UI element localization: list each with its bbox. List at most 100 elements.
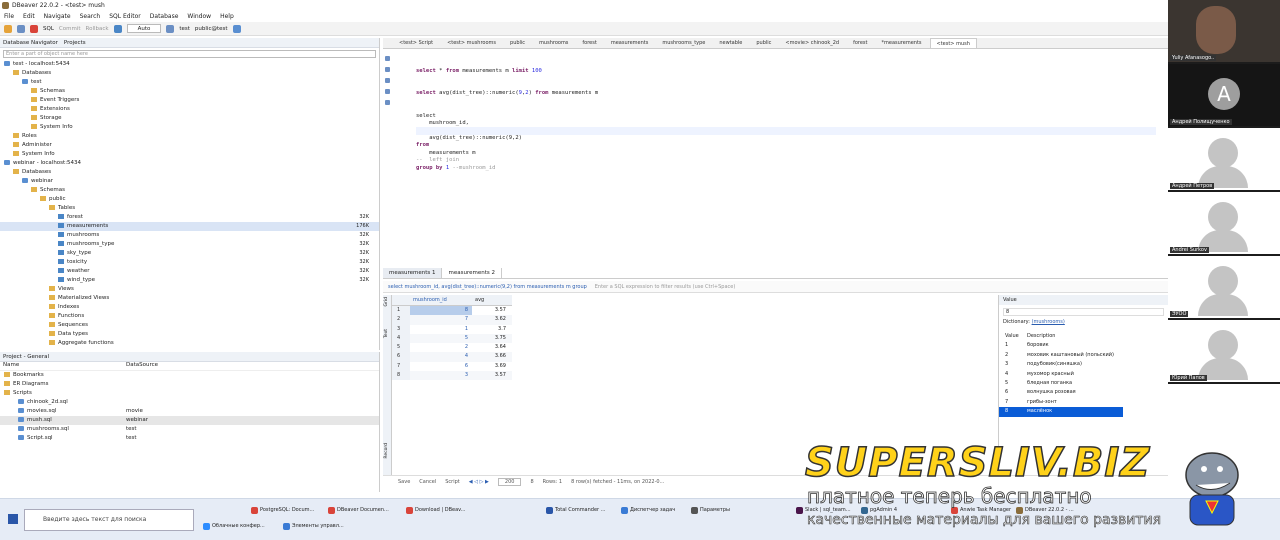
- table-cell[interactable]: 8: [410, 306, 472, 316]
- table-cell[interactable]: 3.57: [472, 371, 510, 380]
- table-cell[interactable]: 3.57: [472, 306, 510, 315]
- editor-tab[interactable]: public: [750, 38, 777, 48]
- table-cell[interactable]: 4: [410, 352, 472, 361]
- results-filter-bar[interactable]: select mushroom_id, avg(dist_tree)::nume…: [383, 281, 1168, 293]
- tree-item[interactable]: mushrooms 32K: [0, 231, 379, 240]
- dictionary-entry[interactable]: 8 маслёнок: [999, 407, 1123, 417]
- save-button[interactable]: Save: [398, 479, 410, 485]
- table-row[interactable]: 2 7 3.62: [392, 315, 512, 325]
- table-cell[interactable]: 5: [410, 334, 472, 343]
- value-panel-header[interactable]: Value: [999, 295, 1168, 305]
- table-cell[interactable]: 3.7: [472, 325, 510, 334]
- table-cell[interactable]: 3.75: [472, 334, 510, 343]
- column-header[interactable]: mushroom_id: [410, 295, 472, 305]
- dictionary-entry[interactable]: 5 бледная поганка: [999, 379, 1168, 388]
- tree-item[interactable]: Roles: [0, 132, 379, 141]
- menu-item[interactable]: Window: [187, 13, 211, 20]
- dictionary-entry[interactable]: 3 подубовик(синяшка): [999, 360, 1168, 369]
- tree-item[interactable]: Event Triggers: [0, 96, 379, 105]
- tree-item[interactable]: Schemas: [0, 186, 379, 195]
- table-cell[interactable]: 2: [410, 343, 472, 352]
- tree-item[interactable]: System Info: [0, 123, 379, 132]
- commit-mode-select[interactable]: Auto: [126, 24, 162, 33]
- format-icon[interactable]: [385, 89, 390, 94]
- editor-tab[interactable]: <test> mushrooms: [441, 38, 502, 48]
- tab-measurements-1[interactable]: measurements 1: [383, 268, 443, 278]
- taskbar-app[interactable]: DBeaver Documen...: [327, 504, 389, 517]
- tree-item[interactable]: wind_type 32K: [0, 276, 379, 285]
- participant-tile[interactable]: ЭУОО: [1168, 256, 1280, 318]
- taskbar-app[interactable]: PostgreSQL: Docum...: [250, 504, 314, 517]
- table-row[interactable]: 1 8 3.57: [392, 306, 512, 316]
- navigator-filter-input[interactable]: Enter a part of object name here: [3, 50, 376, 58]
- table-cell[interactable]: 3.64: [472, 343, 510, 352]
- editor-tab[interactable]: <test> mush: [929, 38, 977, 48]
- editor-tab[interactable]: forest: [576, 38, 602, 48]
- connection-selector[interactable]: test: [179, 26, 190, 32]
- tree-item[interactable]: Indexes: [0, 303, 379, 312]
- nav-arrows-icon[interactable]: ◀ ◁ ▷ ▶: [469, 479, 489, 485]
- editor-tab[interactable]: mushrooms: [533, 38, 574, 48]
- table-cell[interactable]: 3.66: [472, 352, 510, 361]
- history-icon[interactable]: [166, 24, 175, 33]
- script-button[interactable]: Script: [445, 479, 460, 485]
- tree-item[interactable]: public: [0, 195, 379, 204]
- tree-item[interactable]: toxicity 32K: [0, 258, 379, 267]
- menu-item[interactable]: Help: [220, 13, 234, 20]
- table-cell[interactable]: 6: [410, 362, 472, 371]
- table-row[interactable]: 6 4 3.66: [392, 352, 512, 362]
- tree-item[interactable]: Views: [0, 285, 379, 294]
- dictionary-link[interactable]: (mushrooms): [1032, 319, 1065, 325]
- search-icon[interactable]: [232, 24, 241, 33]
- explain-icon[interactable]: [385, 78, 390, 83]
- table-cell[interactable]: 1: [410, 325, 472, 334]
- table-row[interactable]: 5 2 3.64: [392, 343, 512, 353]
- menu-item[interactable]: Navigate: [44, 13, 71, 20]
- taskbar-app[interactable]: Total Commander ...: [545, 504, 605, 517]
- tree-item[interactable]: Tables: [0, 204, 379, 213]
- taskbar-app[interactable]: Элементы управл...: [282, 520, 344, 533]
- taskbar-app[interactable]: Download | DBeav...: [405, 504, 465, 517]
- editor-tab[interactable]: measurements: [605, 38, 655, 48]
- connect-icon[interactable]: [4, 24, 12, 33]
- table-cell[interactable]: 3: [410, 371, 472, 380]
- tree-item[interactable]: Schemas: [0, 87, 379, 96]
- tree-item[interactable]: Databases: [0, 168, 379, 177]
- project-item[interactable]: movies.sql movie: [0, 407, 379, 416]
- tree-item[interactable]: Functions: [0, 312, 379, 321]
- tree-item[interactable]: Databases: [0, 69, 379, 78]
- tab-projects[interactable]: Projects: [64, 40, 86, 46]
- tab-project-general[interactable]: Project - General: [3, 354, 49, 360]
- taskbar-app[interactable]: Параметры: [690, 504, 730, 517]
- rollback-button[interactable]: Rollback: [86, 26, 109, 32]
- tree-item[interactable]: forest 32K: [0, 213, 379, 222]
- disconnect-icon[interactable]: [30, 24, 38, 33]
- value-field[interactable]: 8: [1003, 308, 1164, 316]
- menu-item[interactable]: Search: [80, 13, 101, 20]
- table-row[interactable]: 3 1 3.7: [392, 324, 512, 334]
- transaction-icon[interactable]: [113, 24, 122, 33]
- table-row[interactable]: 7 6 3.69: [392, 361, 512, 372]
- project-item[interactable]: chinook_2d.sql: [0, 398, 379, 407]
- tree-item[interactable]: Data types: [0, 330, 379, 339]
- editor-tab[interactable]: <movie> chinook_2d: [779, 38, 845, 48]
- participant-tile[interactable]: Андрей Петров: [1168, 128, 1280, 190]
- windows-start-icon[interactable]: [8, 514, 18, 524]
- menu-item[interactable]: SQL Editor: [109, 13, 141, 20]
- table-cell[interactable]: 7: [410, 315, 472, 324]
- execute-script-icon[interactable]: [385, 67, 390, 72]
- taskbar-app[interactable]: Диспетчер задач: [620, 504, 675, 517]
- participant-tile[interactable]: Юрий Папов: [1168, 320, 1280, 382]
- dictionary-entry[interactable]: 1 боровик: [999, 341, 1168, 350]
- participant-tile[interactable]: A Андрей Полищученко: [1168, 64, 1280, 126]
- text-view-tab[interactable]: Text: [384, 329, 389, 338]
- editor-tab[interactable]: mushrooms_type: [656, 38, 711, 48]
- tree-item[interactable]: webinar: [0, 177, 379, 186]
- table-row[interactable]: 8 3 3.57: [392, 371, 512, 381]
- taskbar-search-input[interactable]: Введите здесь текст для поиска: [24, 509, 194, 531]
- dictionary-entry[interactable]: 6 волнушка розовая: [999, 388, 1168, 397]
- menu-item[interactable]: Database: [150, 13, 179, 20]
- tree-item[interactable]: Storage: [0, 114, 379, 123]
- sql-button[interactable]: SQL: [43, 26, 54, 32]
- tree-item[interactable]: System Info: [0, 150, 379, 159]
